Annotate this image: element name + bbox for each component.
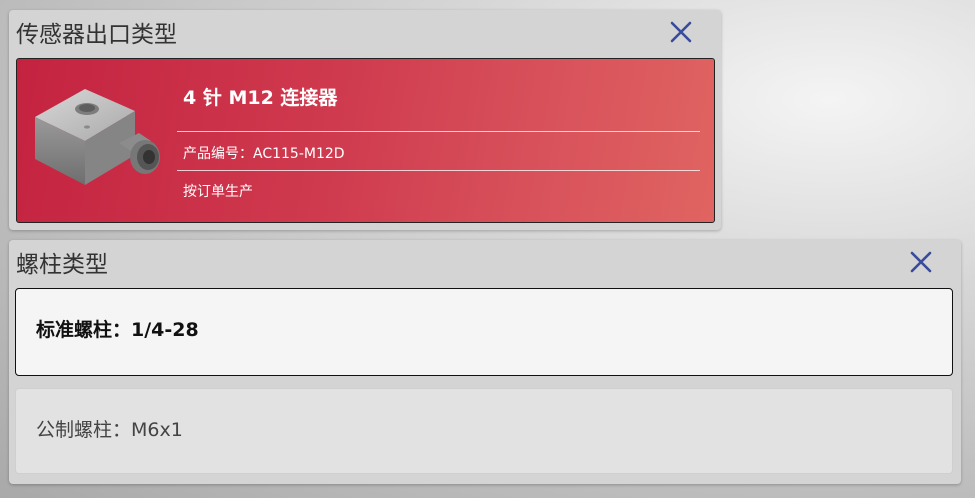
- stud-option-standard[interactable]: 标准螺柱：1/4-28: [15, 288, 953, 376]
- output-name: 4 针 M12 连接器: [183, 87, 338, 109]
- divider: [177, 131, 700, 132]
- option-label: 公制螺柱：M6x1: [36, 419, 183, 441]
- stud-option-metric[interactable]: 公制螺柱：M6x1: [15, 388, 953, 474]
- part-number: 产品编号：AC115-M12D: [183, 146, 345, 162]
- sensor-product-image: [23, 79, 163, 189]
- option-label: 标准螺柱：1/4-28: [36, 319, 199, 341]
- panel-title: 传感器出口类型: [16, 22, 177, 48]
- panel-title: 螺柱类型: [16, 252, 108, 278]
- availability-text: 按订单生产: [183, 184, 253, 200]
- selected-output-card[interactable]: 4 针 M12 连接器 产品编号：AC115-M12D 按订单生产: [16, 58, 715, 223]
- divider: [177, 170, 700, 171]
- sensor-output-panel: 传感器出口类型 4 针 M12 连接器 产品编号：AC115-M12D 按订单生…: [9, 10, 721, 230]
- close-icon[interactable]: [908, 249, 934, 275]
- close-icon[interactable]: [668, 19, 694, 45]
- stud-type-panel: 螺柱类型 标准螺柱：1/4-28 公制螺柱：M6x1: [9, 240, 961, 484]
